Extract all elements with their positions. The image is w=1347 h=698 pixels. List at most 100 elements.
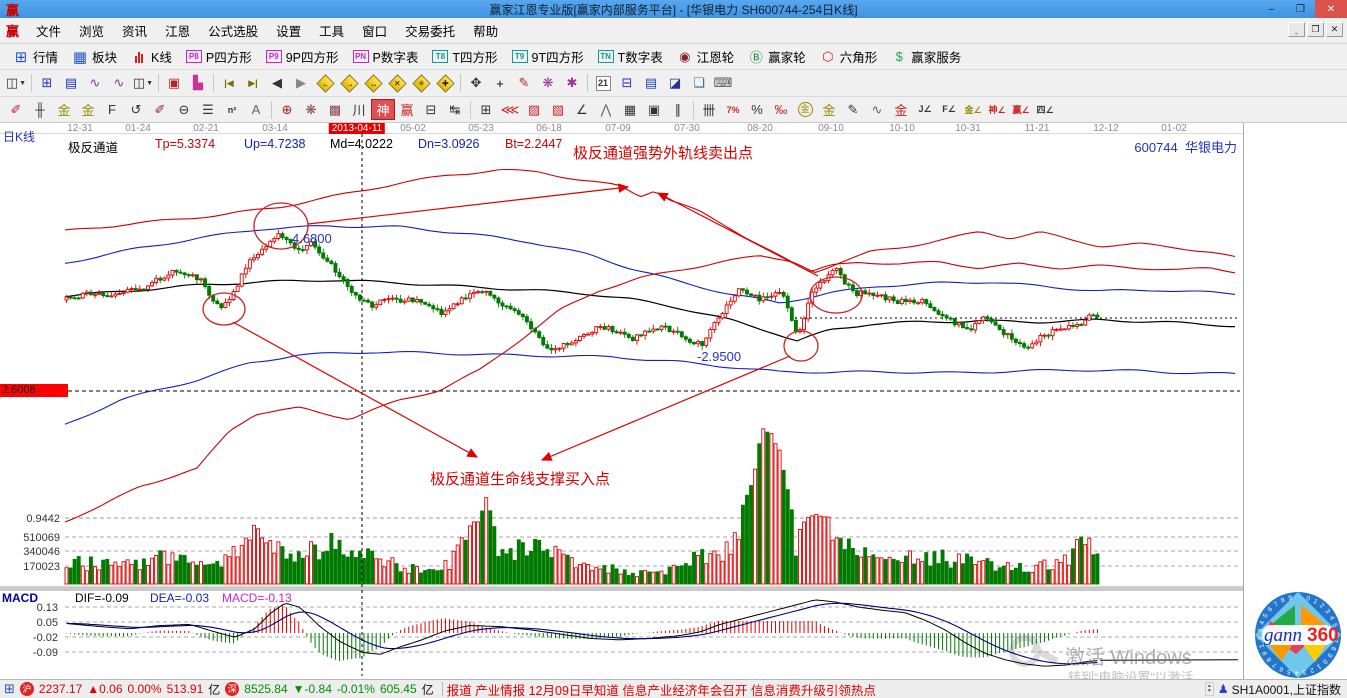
draw-angle-j[interactable]: J∠ — [913, 99, 937, 120]
tool-gann-left-diamond-button[interactable]: ← — [313, 73, 337, 94]
symbol-spinner[interactable]: ▲▼ — [1205, 682, 1214, 696]
draw-box-web[interactable]: ▩ — [323, 99, 347, 120]
draw-ying-grid[interactable]: 赢 — [395, 99, 419, 120]
tool-chart-3[interactable]: ∿ — [83, 73, 107, 94]
tool-gann-right-diamond-button[interactable]: → — [337, 73, 361, 94]
draw-f-grid[interactable]: F — [100, 99, 124, 120]
draw-gold-lines[interactable]: 金 — [817, 99, 841, 120]
tool-notepad[interactable]: ▤ — [639, 73, 663, 94]
minimize-button[interactable]: – — [1257, 0, 1286, 18]
tool-f10-info[interactable]: ▤ — [59, 73, 83, 94]
tool-candle-style-dropdown[interactable]: ◫▼ — [131, 73, 155, 94]
draw-square9[interactable]: n² — [220, 99, 244, 120]
news-ticker[interactable]: 报道 产业情报 12月09日早知道 信息产业经济年会召开 信息消费升级引领热点 — [447, 680, 1205, 698]
draw-wave-a[interactable]: ∿ — [865, 99, 889, 120]
draw-target[interactable]: ⊕ — [275, 99, 299, 120]
menu-交易委托[interactable]: 交易委托 — [396, 18, 464, 43]
menu-设置[interactable]: 设置 — [267, 18, 310, 43]
draw-7-percent[interactable]: 7% — [721, 99, 745, 120]
menu-工具[interactable]: 工具 — [310, 18, 353, 43]
tool-pan-hand[interactable]: ✥ — [464, 73, 488, 94]
draw-angle-four[interactable]: 四∠ — [1033, 99, 1057, 120]
draw-grid-box[interactable]: ▣ — [642, 99, 666, 120]
menu-窗口[interactable]: 窗口 — [353, 18, 396, 43]
menu-浏览[interactable]: 浏览 — [70, 18, 113, 43]
close-button[interactable]: ✕ — [1315, 0, 1347, 18]
draw-angle-f[interactable]: F∠ — [937, 99, 961, 120]
toolbar-9p-square[interactable]: P99P四方形 — [259, 45, 346, 68]
tool-calculator[interactable]: ⊟ — [615, 73, 639, 94]
tool-color-bars[interactable]: ▙ — [186, 73, 210, 94]
tool-first-bar[interactable]: |◀ — [217, 73, 241, 94]
toolbar-winner-service[interactable]: $赢家服务 — [884, 45, 968, 68]
tool-last-bar[interactable]: ▶| — [241, 73, 265, 94]
tool-draw-mark[interactable]: ✎ — [512, 73, 536, 94]
tool-chart-9[interactable]: ∿ — [107, 73, 131, 94]
draw-price-bars[interactable]: 卌 — [697, 99, 721, 120]
draw-gold-circle[interactable]: 金 — [793, 99, 817, 120]
draw-black-grid[interactable]: ▦ — [618, 99, 642, 120]
draw-angle-gold[interactable]: 金∠ — [961, 99, 985, 120]
toolbar-winner-wheel[interactable]: Ⓑ赢家轮 — [741, 45, 813, 68]
toolbar-quotes[interactable]: ⊞行情 — [6, 45, 65, 68]
draw-candle-pen[interactable]: ✎ — [841, 99, 865, 120]
tool-gann-close-diamond-button[interactable]: ✕ — [385, 73, 409, 94]
draw-angle-a[interactable]: A — [244, 99, 268, 120]
quote-grid-icon[interactable]: ⊞ — [4, 681, 15, 697]
draw-spiral[interactable]: ↺ — [124, 99, 148, 120]
tool-crosshair[interactable]: + — [488, 73, 512, 94]
toolbar-9t-square[interactable]: T99T四方形 — [505, 45, 591, 68]
draw-grid[interactable]: ╫ — [28, 99, 52, 120]
toolbar-p-table[interactable]: PNP数字表 — [346, 45, 426, 68]
draw-zigzag[interactable]: ⋀ — [594, 99, 618, 120]
toolbar-t-table[interactable]: TNT数字表 — [591, 45, 670, 68]
draw-box-tool[interactable]: ⊞ — [474, 99, 498, 120]
mdi-close-button[interactable]: ✕ — [1326, 22, 1343, 37]
toolbar-gann-wheel[interactable]: ◉江恩轮 — [670, 45, 742, 68]
draw-ellipse[interactable]: ⊖ — [172, 99, 196, 120]
draw-web[interactable]: ❋ — [299, 99, 323, 120]
tool-period-dropdown[interactable]: ◫▼ — [4, 73, 28, 94]
draw-red-box[interactable]: ▨ — [522, 99, 546, 120]
tool-calendar[interactable]: 21 — [591, 73, 615, 94]
menu-文件[interactable]: 文件 — [27, 18, 70, 43]
mdi-minimize-button[interactable]: ˍ — [1288, 22, 1305, 37]
draw-ruler[interactable]: ⊟ — [419, 99, 443, 120]
tool-print[interactable]: ⌨ — [711, 73, 735, 94]
draw-shen-grid[interactable]: 神 — [371, 99, 395, 120]
tool-gann-flower-2[interactable]: ✱ — [560, 73, 584, 94]
toolbar-p-square[interactable]: P8P四方形 — [179, 45, 259, 68]
tool-gann-expand-diamond-button[interactable]: ↔ — [361, 73, 385, 94]
toolbar-kline[interactable]: K线 — [124, 45, 179, 68]
draw-fan[interactable]: ⋘ — [498, 99, 522, 120]
draw-lines[interactable]: ☰ — [196, 99, 220, 120]
draw-gold-red[interactable]: 金 — [889, 99, 913, 120]
draw-angle-ying[interactable]: 赢∠ — [1009, 99, 1033, 120]
restore-button[interactable]: ❐ — [1286, 0, 1315, 18]
mdi-restore-button[interactable]: ❐ — [1307, 22, 1324, 37]
draw-pen[interactable]: ✐ — [4, 99, 28, 120]
draw-rivers[interactable]: 川 — [347, 99, 371, 120]
tool-export[interactable]: ❏ — [687, 73, 711, 94]
tool-prev-bar[interactable]: ◀ — [265, 73, 289, 94]
toolbar-hexagon[interactable]: ⬡六角形 — [813, 45, 885, 68]
draw-percent[interactable]: % — [745, 99, 769, 120]
menu-公式选股[interactable]: 公式选股 — [199, 18, 267, 43]
tool-gann-flower-1[interactable]: ❋ — [536, 73, 560, 94]
draw-angle-lines[interactable]: ∠ — [570, 99, 594, 120]
draw-measure[interactable]: ↹ — [443, 99, 467, 120]
menu-帮助[interactable]: 帮助 — [464, 18, 507, 43]
tool-network-view[interactable]: ⊞ — [35, 73, 59, 94]
draw-mark-pen[interactable]: ✐ — [148, 99, 172, 120]
tool-gann-star-diamond-button[interactable]: ✳ — [409, 73, 433, 94]
draw-angle-shen[interactable]: 神∠ — [985, 99, 1009, 120]
menu-资讯[interactable]: 资讯 — [113, 18, 156, 43]
draw-red-box-2[interactable]: ▧ — [546, 99, 570, 120]
tool-next-bar[interactable]: ▶ — [289, 73, 313, 94]
draw-permille[interactable]: ‰ — [769, 99, 793, 120]
draw-gold-grid[interactable]: 金 — [52, 99, 76, 120]
toolbar-t-square[interactable]: T8T四方形 — [425, 45, 504, 68]
tool-gann-cross-diamond-button[interactable]: ✚ — [433, 73, 457, 94]
draw-parallel[interactable]: ∥ — [666, 99, 690, 120]
toolbar-sectors[interactable]: ▦板块 — [65, 45, 124, 68]
